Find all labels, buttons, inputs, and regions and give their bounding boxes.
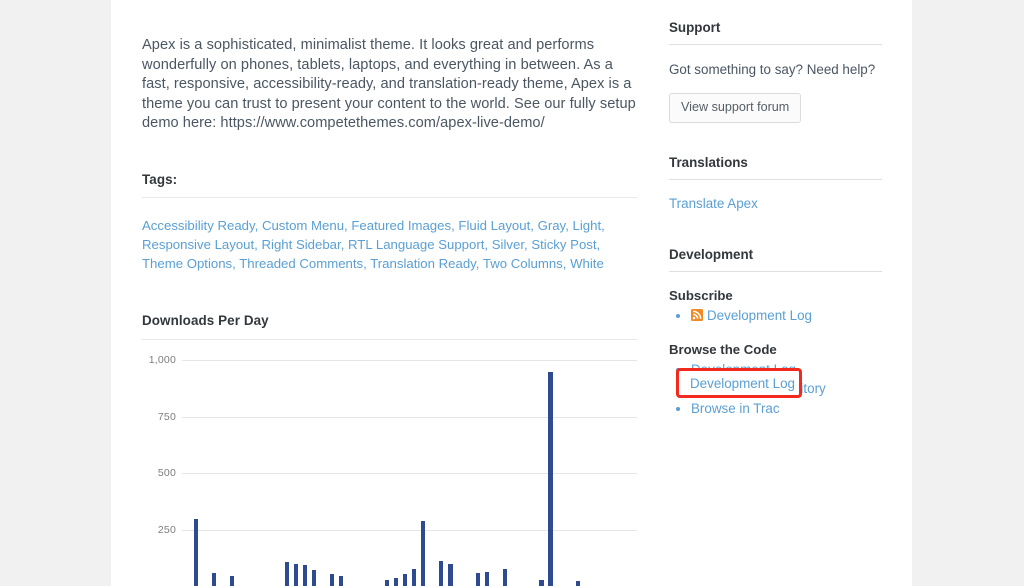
tag-link[interactable]: Translation Ready: [370, 256, 476, 271]
browse-code-heading: Browse the Code: [669, 341, 777, 357]
chart-bar: [330, 574, 335, 586]
tags-section: Tags: Accessibility Ready, Custom Menu, …: [142, 172, 637, 273]
translations-text: Translate Apex: [669, 180, 882, 213]
chart-bar: [439, 560, 444, 586]
chart-bar: [575, 580, 580, 586]
chart-bar: [402, 574, 408, 586]
support-text: Got something to say? Need help?: [669, 62, 876, 77]
chart-bar: [475, 573, 480, 586]
tag-separator: ,: [254, 217, 262, 233]
chart-bar: [421, 520, 426, 586]
development-heading: Development: [669, 247, 754, 263]
chart-bar: [411, 568, 417, 586]
tag-link[interactable]: Sticky Post: [531, 237, 596, 252]
page-root: Apex is a sophisticated, minimalist them…: [0, 0, 1024, 586]
chart-bar: [229, 576, 235, 586]
chart-bar: [193, 518, 198, 586]
subscribe-group: Subscribe Development Log: [669, 272, 882, 326]
translate-apex-link[interactable]: Translate Apex: [669, 196, 758, 211]
tag-separator: ,: [596, 236, 601, 252]
chart-bar: [448, 563, 453, 586]
chart-bar: [302, 565, 307, 586]
y-axis-tick-label: 750: [157, 410, 176, 423]
chart-bar: [393, 577, 398, 586]
tag-separator: ,: [565, 217, 573, 233]
tag-link[interactable]: Two Columns: [483, 256, 563, 271]
tag-link[interactable]: Fluid Layout: [458, 218, 530, 233]
tag-separator: ,: [601, 217, 605, 233]
tag-link[interactable]: Gray: [538, 218, 566, 233]
support-section: Support Got something to say? Need help?…: [669, 0, 882, 124]
chart-bar: [311, 569, 317, 586]
development-log-highlight-box[interactable]: Development Log: [676, 368, 802, 398]
downloads-chart-section: Downloads Per Day 250 500 750 1,000: [142, 313, 637, 586]
translations-section: Translations Translate Apex: [669, 155, 882, 213]
tag-separator: ,: [475, 255, 483, 271]
downloads-chart: 250 500 750 1,000: [142, 354, 637, 586]
tags-heading: Tags:: [142, 171, 178, 187]
chart-bar: [502, 568, 508, 586]
tag-separator: ,: [340, 236, 349, 252]
subscribe-heading: Subscribe: [669, 288, 733, 304]
content-sheet: Apex is a sophisticated, minimalist them…: [111, 0, 912, 586]
tag-link[interactable]: Light: [573, 218, 602, 233]
translations-heading: Translations: [669, 155, 748, 171]
theme-description: Apex is a sophisticated, minimalist them…: [142, 37, 636, 132]
tag-link[interactable]: Right Sidebar: [262, 237, 341, 252]
list-item: Browse in Trac: [691, 400, 882, 419]
chart-bar: [484, 571, 489, 586]
chart-bar: [284, 561, 289, 586]
tag-link[interactable]: RTL Language Support: [348, 237, 484, 252]
browse-link-2[interactable]: Browse in Trac: [691, 401, 780, 416]
tag-link[interactable]: White: [570, 256, 604, 271]
chart-heading: Downloads Per Day: [142, 312, 269, 328]
y-axis-tick-label: 250: [157, 523, 176, 536]
tag-separator: ,: [484, 236, 492, 252]
chart-bar: [293, 563, 298, 586]
y-axis-tick-label: 500: [157, 467, 176, 480]
tag-separator: ,: [254, 236, 262, 252]
chart-bar: [211, 573, 216, 586]
main-column: Apex is a sophisticated, minimalist them…: [142, 0, 637, 586]
tag-link[interactable]: Accessibility Ready: [142, 218, 255, 233]
sidebar: Support Got something to say? Need help?…: [669, 0, 882, 419]
tag-link[interactable]: Silver: [492, 237, 524, 252]
tag-separator: ,: [562, 255, 571, 271]
chart-bar: [548, 372, 553, 586]
chart-bar: [339, 576, 344, 586]
chart-divider: [142, 338, 637, 340]
y-axis-tick-label: 1,000: [148, 353, 176, 366]
list-item: Development Log: [691, 307, 882, 326]
chart-bar: [384, 579, 389, 586]
tag-link[interactable]: Custom Menu: [262, 218, 344, 233]
tag-list: Accessibility Ready, Custom Menu, Featur…: [142, 198, 637, 273]
subscribe-development-log-link[interactable]: Development Log: [707, 308, 812, 323]
tag-link[interactable]: Responsive Layout: [142, 237, 254, 252]
tag-separator: ,: [530, 217, 538, 233]
rss-icon: [691, 308, 703, 322]
support-heading: Support: [669, 20, 721, 35]
tag-link[interactable]: Threaded Comments: [239, 256, 363, 271]
view-support-forum-button[interactable]: View support forum: [669, 93, 802, 124]
highlighted-development-log-link[interactable]: Development Log: [690, 376, 795, 391]
subscribe-link-list: Development Log: [669, 307, 882, 326]
tag-link[interactable]: Featured Images: [351, 218, 451, 233]
tag-link[interactable]: Theme Options: [142, 256, 232, 271]
chart-plot-area: [182, 360, 637, 586]
chart-bar: [539, 579, 544, 586]
